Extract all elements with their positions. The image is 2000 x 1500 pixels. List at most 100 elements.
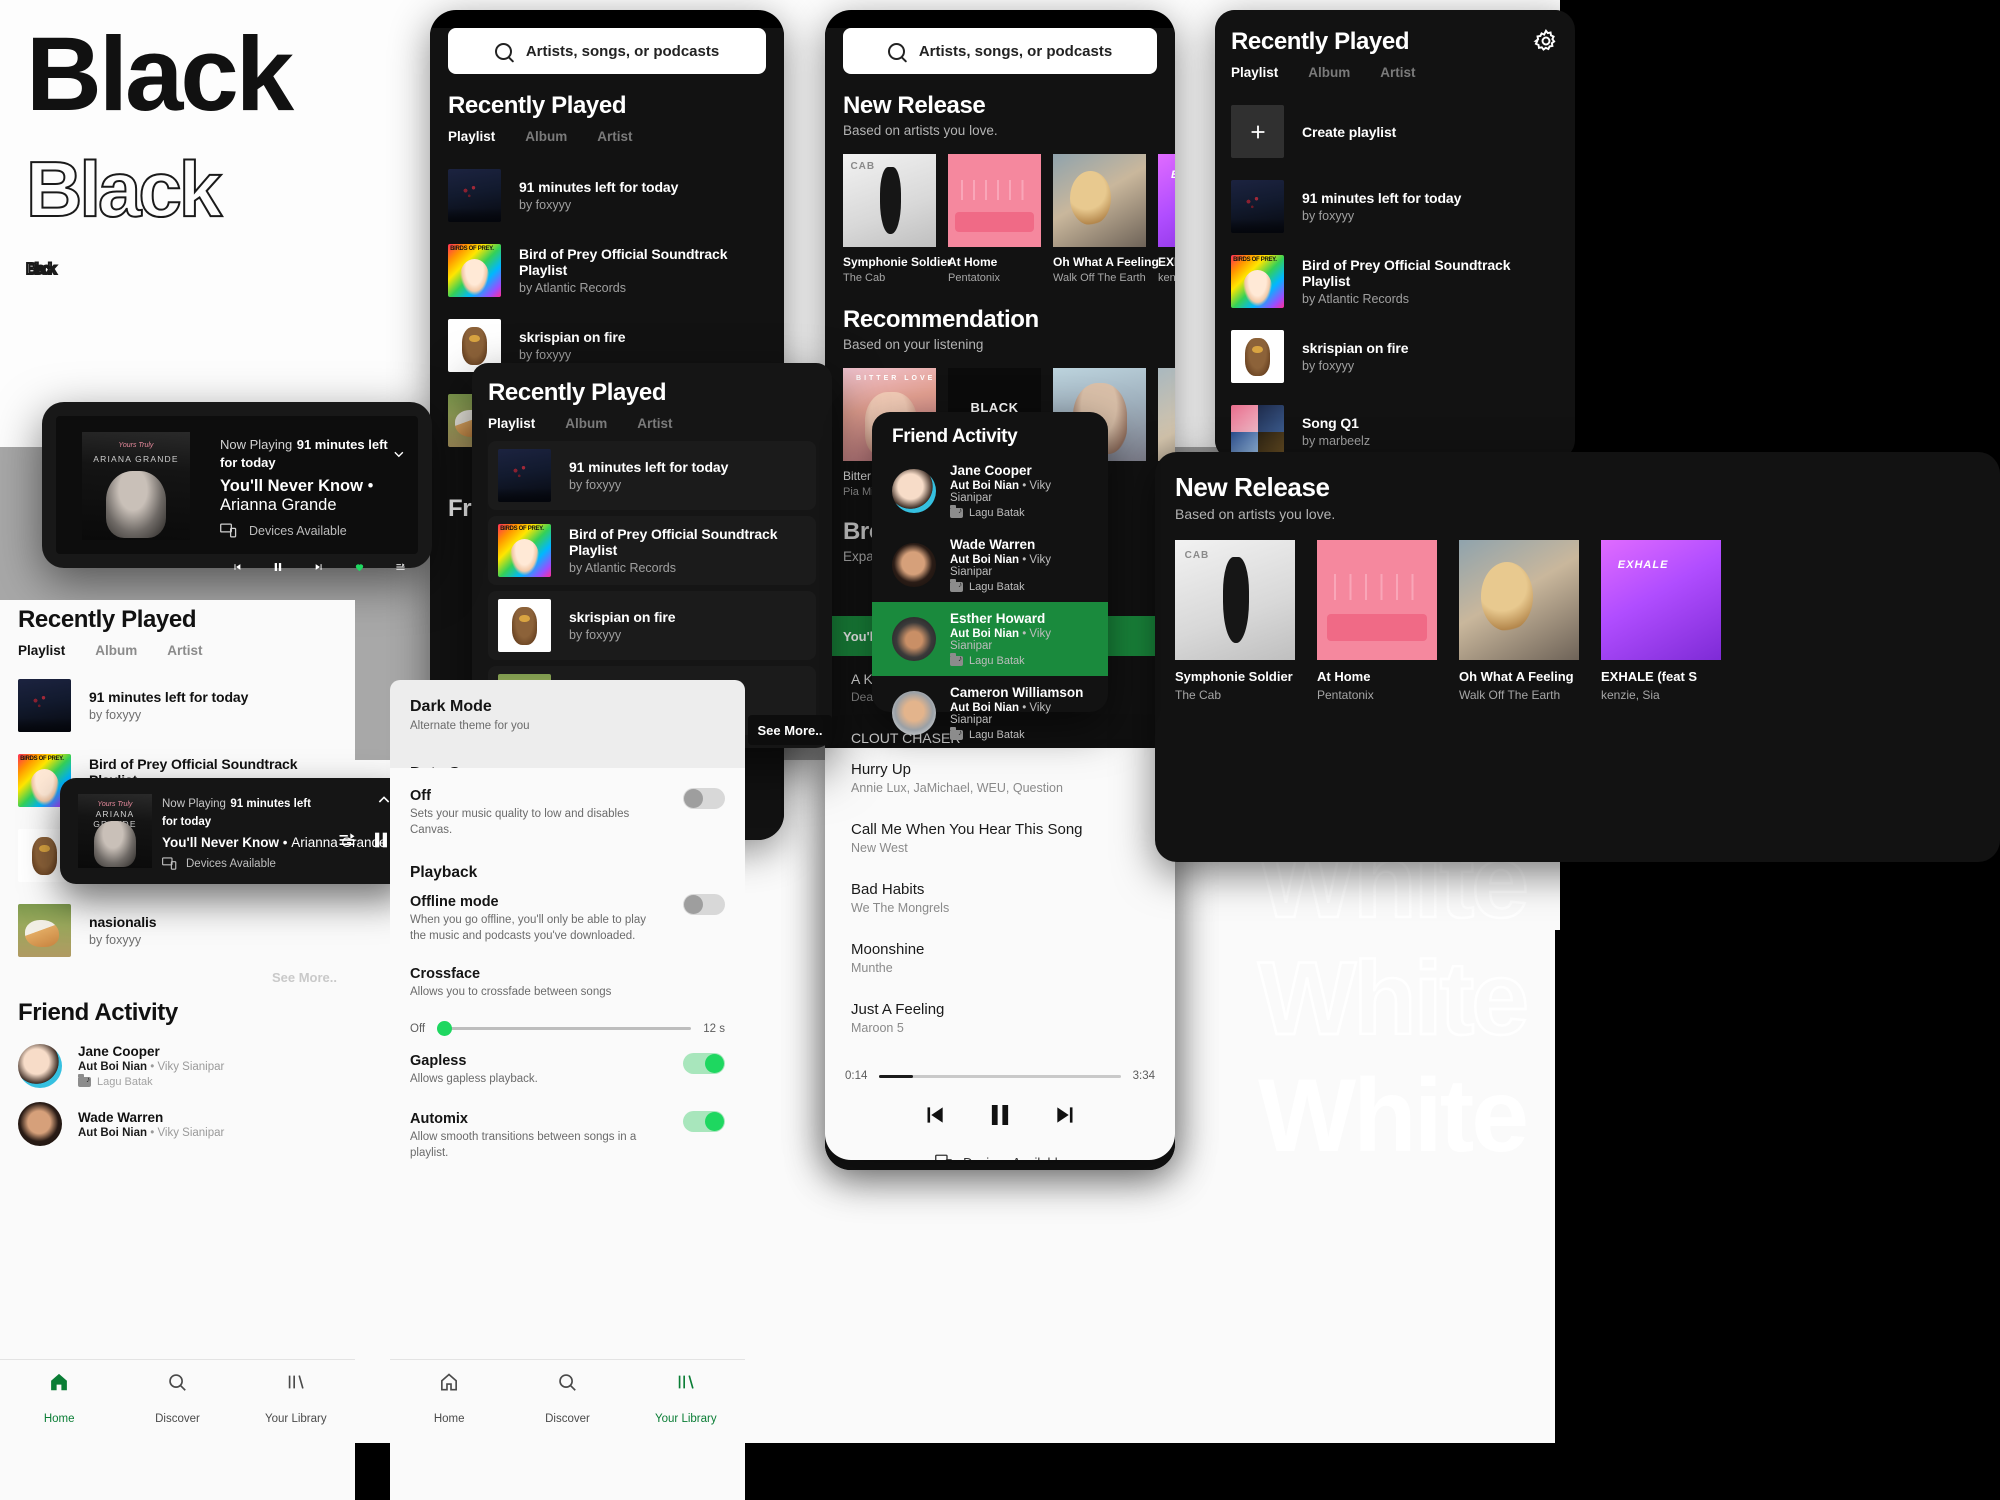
friend-row[interactable]: Wade Warren Aut Boi Nian • Viky Sianipar xyxy=(18,1095,337,1153)
friend-artist: Viky Sianipar xyxy=(157,1126,225,1139)
friend-row[interactable]: Cameron Williamson Aut Boi Nian • Viky S… xyxy=(872,676,1108,750)
pause-icon[interactable] xyxy=(272,554,284,580)
list-item[interactable]: Song Q1 by marbeelz xyxy=(1231,394,1559,460)
gear-icon[interactable] xyxy=(1533,28,1559,54)
next-icon[interactable] xyxy=(1053,1102,1079,1128)
toggle-gapless[interactable] xyxy=(683,1052,725,1074)
friend-row[interactable]: Jane Cooper Aut Boi Nian • Viky Sianipar… xyxy=(18,1037,337,1095)
playlist-title: Bird of Prey Official Soundtrack Playlis… xyxy=(519,246,728,278)
album-card[interactable]: Symphonie Soldier The Cab xyxy=(843,154,952,284)
nav-discover[interactable]: Discover xyxy=(118,1360,236,1443)
tab-playlist[interactable]: Playlist xyxy=(18,643,65,658)
tab-playlist[interactable]: Playlist xyxy=(1231,65,1278,80)
tab-artist[interactable]: Artist xyxy=(637,416,672,431)
queue-icon[interactable] xyxy=(395,556,406,578)
search-input[interactable]: Artists, songs, or podcasts xyxy=(843,28,1157,74)
previous-icon[interactable] xyxy=(921,1102,947,1128)
list-item[interactable]: nasionalis by foxyyy xyxy=(18,893,337,968)
create-playlist-label: Create playlist xyxy=(1302,123,1397,140)
friend-name: Jane Cooper xyxy=(950,463,1032,478)
playlist-title: 91 minutes left for today xyxy=(89,689,249,705)
album-card[interactable]: At Home Pentatonix xyxy=(948,154,1041,284)
seek-bar[interactable]: 0:14 3:34 xyxy=(825,1048,1175,1082)
recommendation-subtitle: Based on your listening xyxy=(843,337,984,352)
tab-album[interactable]: Album xyxy=(1308,65,1350,80)
friend-name: Esther Howard xyxy=(950,611,1046,626)
tab-album[interactable]: Album xyxy=(525,129,567,144)
album-card[interactable]: EXHALE (feat S kenzie, Sia xyxy=(1601,540,1721,702)
crossfade-slider[interactable]: Off 12 s xyxy=(410,1021,725,1037)
queue-icon[interactable] xyxy=(336,830,358,850)
next-icon[interactable] xyxy=(314,556,324,578)
setting-title: Offline mode xyxy=(410,894,499,911)
heart-icon[interactable] xyxy=(354,556,365,578)
devices-available-button[interactable]: Devices Available xyxy=(825,1130,1175,1160)
nav-home[interactable]: Home xyxy=(0,1360,118,1443)
playlist-folder-icon xyxy=(950,727,963,740)
album-card[interactable]: Symphonie Soldier The Cab xyxy=(1175,540,1295,702)
pause-icon[interactable] xyxy=(370,829,392,851)
list-item[interactable]: skrispian on fire by foxyyy xyxy=(488,591,816,660)
nav-your-library[interactable]: Your Library xyxy=(237,1360,355,1443)
tab-playlist[interactable]: Playlist xyxy=(488,416,535,431)
tab-playlist[interactable]: Playlist xyxy=(448,129,495,144)
setting-automix[interactable]: Automix Allow smooth transitions between… xyxy=(390,1099,745,1173)
tab-artist[interactable]: Artist xyxy=(167,643,202,658)
playlist-artwork xyxy=(18,904,71,957)
see-more-button[interactable]: See More.. xyxy=(748,715,832,745)
devices-available-button[interactable]: Devices Available xyxy=(162,857,322,870)
friend-row[interactable]: Esther Howard Aut Boi Nian • Viky Sianip… xyxy=(872,602,1108,676)
search-input[interactable]: Artists, songs, or podcasts xyxy=(448,28,766,74)
tab-album[interactable]: Album xyxy=(95,643,137,658)
album-name: EXHALE (feat S xyxy=(1158,255,1175,269)
list-item[interactable]: Bird of Prey Official Soundtrack Playlis… xyxy=(1231,244,1559,319)
album-card[interactable]: Oh What A Feeling Walk Off The Earth xyxy=(1459,540,1579,702)
song-row[interactable]: Hurry Up Annie Lux, JaMichael, WEU, Ques… xyxy=(825,748,1175,808)
list-item[interactable]: Bird of Prey Official Soundtrack Playlis… xyxy=(488,516,816,585)
nav-home[interactable]: Home xyxy=(390,1360,508,1443)
song-row[interactable]: Call Me When You Hear This Song New West xyxy=(825,808,1175,868)
album-card[interactable]: Oh What A Feeling Walk Off The Earth xyxy=(1053,154,1159,284)
toggle-data-saver[interactable] xyxy=(683,788,725,809)
track-artist: Arianna Grande xyxy=(220,496,337,514)
toggle-automix[interactable] xyxy=(683,1111,725,1133)
song-row[interactable]: Just A Feeling Maroon 5 xyxy=(825,988,1175,1048)
tab-artist[interactable]: Artist xyxy=(1380,65,1415,80)
playlist-owner: by Atlantic Records xyxy=(519,281,626,295)
album-card[interactable]: At Home Pentatonix xyxy=(1317,540,1437,702)
friend-row[interactable]: Jane Cooper Aut Boi Nian • Viky Sianipar… xyxy=(872,454,1108,528)
tab-artist[interactable]: Artist xyxy=(597,129,632,144)
panel-recently-played-right: Recently Played Playlist Album Artist Cr… xyxy=(1215,10,1575,460)
see-more-link[interactable]: See More.. xyxy=(18,970,337,985)
list-item[interactable]: skrispian on fire by foxyyy xyxy=(1231,319,1559,394)
playlist-title: 91 minutes left for today xyxy=(569,459,729,475)
album-artist: kenzie, Sia xyxy=(1601,688,1660,702)
song-row[interactable]: Moonshine Munthe xyxy=(825,928,1175,988)
list-item[interactable]: 91 minutes left for today by foxyyy xyxy=(448,158,766,233)
tab-album[interactable]: Album xyxy=(565,416,607,431)
list-item[interactable]: 91 minutes left for today by foxyyy xyxy=(18,668,337,743)
devices-available-button[interactable]: Devices Available xyxy=(220,523,406,538)
toggle-offline-mode[interactable] xyxy=(683,894,725,916)
playlist-title: Song Q1 xyxy=(1302,415,1359,431)
song-title: Hurry Up xyxy=(851,761,912,778)
list-item[interactable]: 91 minutes left for today by foxyyy xyxy=(1231,169,1559,244)
setting-data-saver[interactable]: Off Sets your music quality to low and d… xyxy=(390,768,745,850)
chevron-down-icon[interactable] xyxy=(392,445,406,463)
list-item[interactable]: Bird of Prey Official Soundtrack Playlis… xyxy=(448,233,766,308)
list-item[interactable]: 91 minutes left for today by foxyyy xyxy=(488,441,816,510)
album-card[interactable]: EXHALE (feat S kenzie, Sia xyxy=(1158,154,1175,284)
friend-row[interactable]: Wade Warren Aut Boi Nian • Viky Sianipar… xyxy=(872,528,1108,602)
album-name: Oh What A Feeling xyxy=(1459,669,1574,684)
setting-gapless[interactable]: Gapless Allows gapless playback. xyxy=(390,1035,745,1100)
nav-your-library[interactable]: Your Library xyxy=(627,1360,745,1443)
song-row[interactable]: Bad Habits We The Mongrels xyxy=(825,868,1175,928)
nav-discover[interactable]: Discover xyxy=(508,1360,626,1443)
setting-desc: Allow smooth transitions between songs i… xyxy=(410,1131,637,1159)
create-playlist-button[interactable]: Create playlist xyxy=(1231,94,1559,169)
playlist-owner: by foxyyy xyxy=(89,708,142,722)
previous-icon[interactable] xyxy=(232,556,242,578)
home-icon xyxy=(51,1373,68,1391)
pause-icon[interactable] xyxy=(985,1100,1015,1130)
setting-offline-mode[interactable]: Offline mode When you go offline, you'll… xyxy=(390,882,745,956)
